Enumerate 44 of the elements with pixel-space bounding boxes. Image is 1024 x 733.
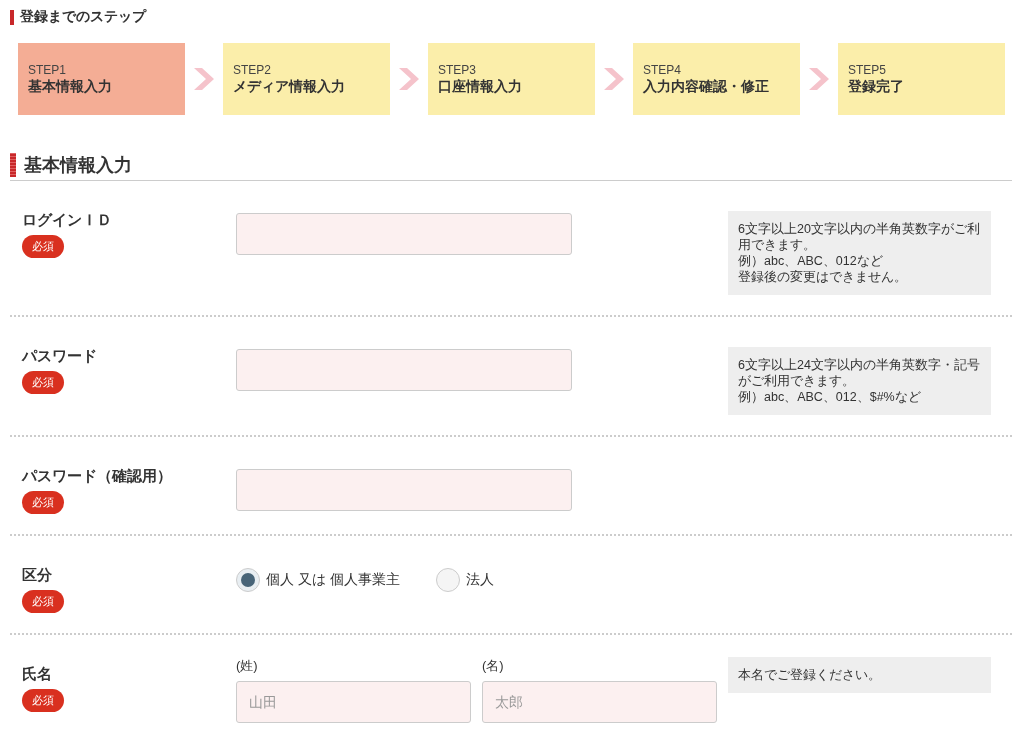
steps-heading: 登録までのステップ <box>20 8 146 26</box>
field-caption: (姓) <box>236 657 259 675</box>
hint-text: 例）abc、ABC、012、$#%など <box>738 389 922 405</box>
field-label: ログインＩＤ <box>22 211 113 229</box>
step-title: メディア情報入力 <box>233 77 346 95</box>
hint-text: 本名でご登録ください。 <box>738 667 882 683</box>
input-field[interactable] <box>236 213 572 255</box>
radio-button[interactable] <box>236 568 260 592</box>
field-label: 氏名 <box>22 665 53 683</box>
step-number: STEP5 <box>848 63 887 77</box>
input-field[interactable]: 太郎 <box>482 681 717 723</box>
step-number: STEP3 <box>438 63 477 77</box>
radio-button[interactable] <box>435 568 460 592</box>
required-tag: 必須 <box>22 235 64 258</box>
input-field[interactable]: 山田 <box>236 681 471 723</box>
hint-text: 登録後の変更はできません。 <box>738 269 908 285</box>
chevron-icon <box>604 68 624 90</box>
field-label: 区分 <box>22 566 53 584</box>
chevron-icon <box>194 68 214 90</box>
required-tag: 必須 <box>22 689 64 712</box>
section-title: 基本情報入力 <box>24 154 132 177</box>
chevron-icon <box>809 68 829 90</box>
required-tag: 必須 <box>22 371 64 394</box>
step-number: STEP4 <box>643 63 682 77</box>
hint-text: 6文字以上24文字以内の半角英数字・記号がご利用できます。 <box>738 357 981 389</box>
step-title: 口座情報入力 <box>438 77 523 95</box>
step-title: 登録完了 <box>848 77 905 95</box>
input-field[interactable] <box>236 349 572 391</box>
hint-text: 6文字以上20文字以内の半角英数字がご利用できます。 <box>738 221 981 253</box>
hint-text: 例）abc、ABC、012など <box>738 253 884 269</box>
radio-option[interactable]: 法人 <box>435 568 494 592</box>
step-number: STEP2 <box>233 63 272 77</box>
field-label: パスワード（確認用） <box>22 467 173 485</box>
input-field[interactable] <box>236 469 572 511</box>
required-tag: 必須 <box>22 491 64 514</box>
field-label: パスワード <box>22 347 98 365</box>
required-tag: 必須 <box>22 590 64 613</box>
heading-marker <box>10 153 16 177</box>
radio-option[interactable]: 個人 又は 個人事業主 <box>236 568 400 592</box>
field-caption: (名) <box>482 657 505 675</box>
step-title: 基本情報入力 <box>28 77 113 95</box>
step-title: 入力内容確認・修正 <box>643 77 770 95</box>
chevron-icon <box>399 68 419 90</box>
step-number: STEP1 <box>28 63 67 77</box>
